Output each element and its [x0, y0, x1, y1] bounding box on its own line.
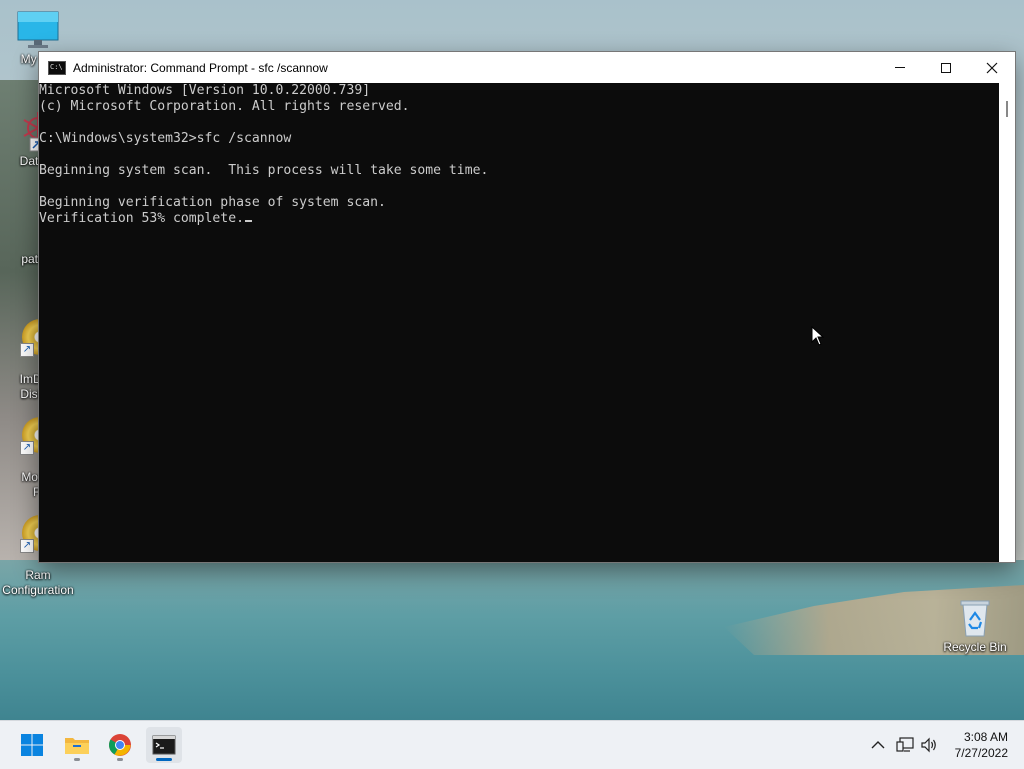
clock-time: 3:08 AM [963, 730, 1008, 744]
start-button[interactable] [14, 727, 50, 763]
console-line: Beginning verification phase of system s… [39, 195, 386, 210]
taskbar-command-prompt[interactable] [146, 727, 182, 763]
chevron-up-icon [871, 741, 885, 749]
clock-date: 7/27/2022 [954, 746, 1008, 760]
volume-button[interactable] [914, 727, 944, 763]
network-icon [896, 737, 914, 752]
vertical-scrollbar[interactable] [999, 83, 1015, 562]
close-button[interactable] [969, 52, 1015, 83]
scrollbar-thumb[interactable] [1006, 101, 1008, 117]
console-line: Beginning system scan. This process will… [39, 163, 489, 178]
running-indicator [74, 758, 80, 761]
shortcut-arrow-icon: ↗ [20, 539, 34, 553]
text-cursor [244, 220, 252, 222]
monitor-icon [17, 11, 59, 48]
terminal-icon [152, 735, 176, 755]
desktop-icon-recycle-bin[interactable]: Recycle Bin [935, 598, 1015, 655]
minimize-icon [895, 67, 905, 68]
progress-text: Verification 53% complete. [39, 211, 244, 226]
taskbar-chrome[interactable] [102, 727, 138, 763]
windows-logo-icon [21, 734, 43, 756]
mouse-pointer-icon [811, 326, 825, 346]
recycle-bin-icon [960, 600, 990, 637]
shortcut-arrow-icon: ↗ [20, 343, 34, 357]
shortcut-arrow-icon: ↗ [20, 441, 34, 455]
active-indicator [156, 758, 172, 761]
console-line: C:\Windows\system32>sfc /scannow [39, 131, 292, 146]
taskbar-file-explorer[interactable] [59, 727, 95, 763]
volume-icon [921, 737, 936, 753]
taskbar-clock[interactable]: 3:08 AM 7/27/2022 [955, 729, 1008, 761]
close-icon [986, 62, 998, 73]
console-line: (c) Microsoft Corporation. All rights re… [39, 99, 410, 114]
maximize-icon [941, 62, 951, 73]
console-line: Microsoft Windows [Version 10.0.22000.73… [39, 83, 371, 98]
desktop-icon-label: Ram Configuration [2, 568, 74, 597]
desktop-icon-label: Recycle Bin [943, 640, 1007, 654]
console-line-progress: Verification 53% complete. [39, 211, 999, 227]
console-output[interactable]: Microsoft Windows [Version 10.0.22000.73… [39, 83, 999, 562]
chrome-icon [109, 734, 131, 756]
minimize-button[interactable] [877, 52, 923, 83]
window-title: Administrator: Command Prompt - sfc /sca… [73, 60, 328, 75]
running-indicator [117, 758, 123, 761]
maximize-button[interactable] [923, 52, 969, 83]
taskbar: 3:08 AM 7/27/2022 [0, 720, 1024, 769]
command-prompt-window[interactable]: C:\ Administrator: Command Prompt - sfc … [39, 52, 1015, 562]
window-titlebar[interactable]: C:\ Administrator: Command Prompt - sfc … [39, 52, 1015, 83]
terminal-icon: C:\ [48, 60, 66, 75]
folder-icon [65, 738, 89, 754]
